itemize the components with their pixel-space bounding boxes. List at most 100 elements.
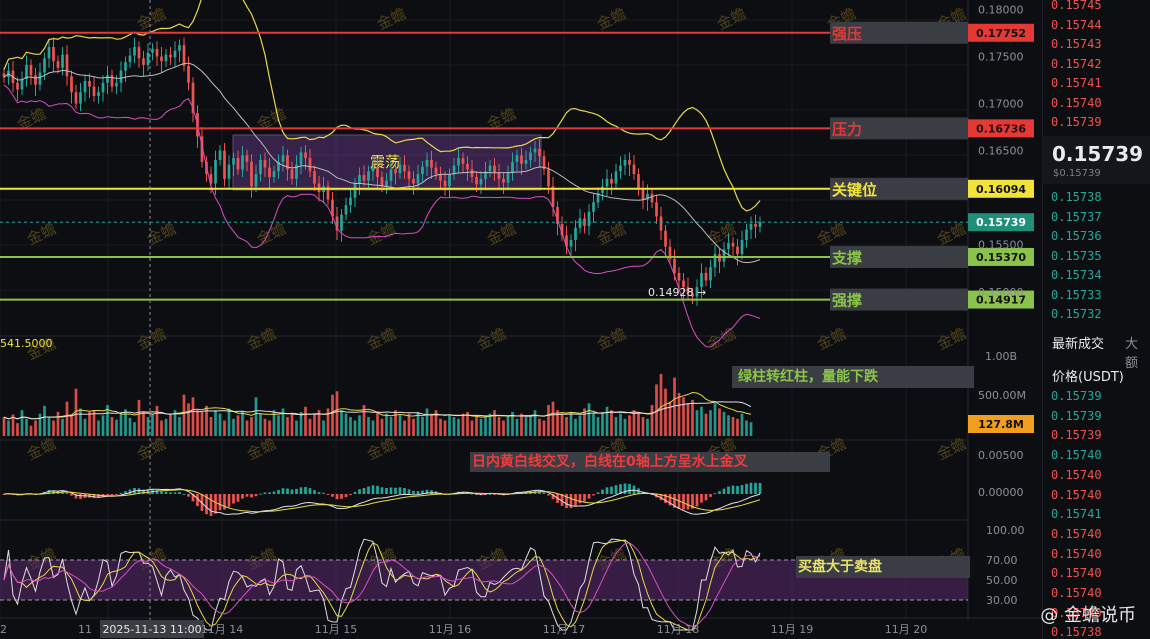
ask-row-5[interactable]: 0.15740 — [1051, 96, 1102, 110]
watermark-19: 金蟾 — [134, 325, 169, 354]
macd-hist-61 — [277, 489, 280, 494]
trade-row-1[interactable]: 0.15739 — [1051, 409, 1102, 423]
watermark-30: 金蟾 — [364, 435, 399, 464]
macd-hist-24 — [110, 494, 114, 495]
volume-bar-95 — [430, 413, 433, 436]
candle-body-8 — [38, 72, 42, 85]
volume-bar-84 — [380, 418, 384, 436]
candle-body-19 — [88, 80, 91, 87]
volume-bar-69 — [313, 414, 316, 436]
bid-row-4[interactable]: 0.15734 — [1051, 268, 1102, 282]
macd-hist-47 — [214, 494, 217, 514]
macd-hist-82 — [371, 485, 375, 494]
trade-row-4[interactable]: 0.15740 — [1051, 468, 1102, 482]
candle-body-114 — [515, 155, 519, 162]
macd-hist-23 — [106, 494, 109, 495]
trade-row-7[interactable]: 0.15740 — [1051, 527, 1102, 541]
trade-row-9[interactable]: 0.15740 — [1051, 566, 1102, 580]
candle-body-93 — [421, 166, 424, 175]
price-axis-tick-0: 0.18000 — [978, 3, 1024, 16]
volume-bar-29 — [133, 422, 136, 436]
macd-hist-84 — [380, 487, 384, 494]
volume-bar-90 — [407, 413, 411, 436]
price-axis-tick-4: 0.15500 — [978, 239, 1024, 252]
boll-lower-line — [3, 84, 761, 348]
volume-bar-46 — [209, 417, 213, 436]
trade-row-5[interactable]: 0.15740 — [1051, 488, 1102, 502]
bid-row-2[interactable]: 0.15736 — [1051, 229, 1102, 243]
volume-bar-54 — [245, 420, 249, 436]
macd-hist-65 — [295, 488, 298, 494]
macd-hist-133 — [601, 489, 604, 494]
trade-row-8[interactable]: 0.15740 — [1051, 547, 1102, 561]
watermark-9: 金蟾 — [24, 220, 59, 249]
macd-hist-48 — [218, 494, 222, 511]
trade-row-12[interactable]: 0.15738 — [1051, 625, 1102, 639]
macd-hist-152 — [686, 494, 690, 510]
macd-hist-35 — [160, 491, 163, 494]
ask-row-1[interactable]: 0.15744 — [1051, 18, 1102, 32]
candle-body-95 — [430, 160, 433, 168]
candle-body-136 — [614, 171, 618, 184]
macd-hist-129 — [583, 494, 586, 502]
bid-row-5[interactable]: 0.15733 — [1051, 288, 1102, 302]
ask-row-4[interactable]: 0.15741 — [1051, 76, 1102, 90]
ask-row-6[interactable]: 0.15739 — [1051, 115, 1102, 129]
macd-hist-54 — [245, 494, 249, 497]
tab-large-trades[interactable]: 大额 — [1125, 333, 1150, 371]
tab-latest-trades[interactable]: 最新成交 — [1052, 333, 1104, 352]
bid-row-6[interactable]: 0.15732 — [1051, 307, 1102, 321]
volume-axis-tick-0: 1.00B — [985, 350, 1017, 363]
watermark-17: 金蟾 — [934, 220, 969, 249]
ask-row-2[interactable]: 0.15743 — [1051, 37, 1102, 51]
time-tick-0: 11月 14 — [201, 623, 244, 636]
macd-hist-87 — [394, 487, 397, 494]
macd-hist-76 — [344, 494, 348, 498]
candle-body-109 — [493, 165, 496, 174]
macd-hist-158 — [713, 493, 717, 495]
trade-row-10[interactable]: 0.15740 — [1051, 586, 1102, 600]
candle-body-69 — [313, 171, 316, 184]
watermark-22: 金蟾 — [474, 325, 509, 354]
bid-row-0[interactable]: 0.15738 — [1051, 190, 1102, 204]
trade-row-2[interactable]: 0.15739 — [1051, 428, 1102, 442]
trade-row-0[interactable]: 0.15739 — [1051, 389, 1102, 403]
candle-body-111 — [502, 178, 505, 183]
watermark-34: 金蟾 — [934, 435, 969, 464]
macd-hist-159 — [718, 491, 721, 494]
volume-bar-98 — [443, 420, 447, 436]
volume-bar-44 — [200, 411, 204, 436]
candle-body-165 — [745, 229, 748, 240]
watermark-1: 金蟾 — [134, 5, 169, 34]
macd-hist-88 — [398, 487, 402, 494]
volume-bar-50 — [227, 408, 231, 436]
volume-bar-120 — [542, 420, 546, 436]
bid-row-1[interactable]: 0.15737 — [1051, 210, 1102, 224]
level-tag-2: 0.16094 — [976, 183, 1026, 196]
ask-row-0[interactable]: 0.15745 — [1051, 0, 1102, 12]
volume-bar-8 — [38, 413, 42, 436]
macd-hist-92 — [416, 491, 420, 494]
candle-body-104 — [470, 169, 474, 177]
time-tick-5: 11月 19 — [771, 623, 814, 636]
kline-chart[interactable]: 金蟾金蟾金蟾金蟾金蟾金蟾 金蟾 金蟾 金蟾金蟾 金蟾 金蟾 金蟾 金蟾 金蟾 金蟾 金蟾 金蟾金蟾 金蟾… — [0, 0, 1042, 639]
macd-hist-167 — [754, 482, 757, 494]
trade-row-3[interactable]: 0.15740 — [1051, 448, 1102, 462]
volume-bar-6 — [29, 425, 33, 436]
volume-bar-72 — [326, 408, 330, 436]
macd-hist-56 — [254, 494, 258, 497]
mid-price-box: 0.15739 $0.15739 — [1042, 136, 1150, 184]
candle-body-36 — [164, 54, 168, 62]
candle-body-26 — [119, 70, 123, 83]
ask-row-3[interactable]: 0.15742 — [1051, 57, 1102, 71]
watermark-10: 金蟾 — [144, 220, 179, 249]
candle-body-91 — [412, 178, 415, 184]
bid-row-3[interactable]: 0.15735 — [1051, 249, 1102, 263]
volume-bar-114 — [515, 418, 519, 436]
trade-row-6[interactable]: 0.15741 — [1051, 507, 1102, 521]
volume-bar-62 — [281, 408, 285, 436]
candle-body-34 — [155, 48, 159, 57]
volume-bar-24 — [110, 417, 114, 436]
volume-bar-89 — [403, 420, 406, 436]
volume-bar-19 — [88, 411, 91, 436]
